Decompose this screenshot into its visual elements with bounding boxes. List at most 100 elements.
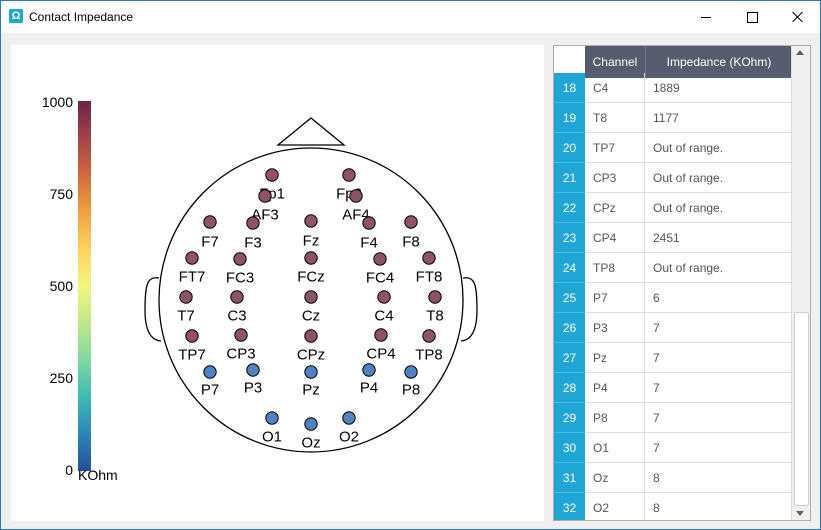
table-row[interactable]: 24 TP8 Out of range. bbox=[554, 253, 791, 283]
table-row[interactable]: 20 TP7 Out of range. bbox=[554, 133, 791, 163]
impedance-cell[interactable]: 7 bbox=[645, 313, 791, 343]
electrode-label: C3 bbox=[227, 308, 246, 325]
channel-cell[interactable]: Oz bbox=[585, 463, 645, 493]
scroll-down-icon[interactable] bbox=[796, 511, 804, 516]
electrode-cz bbox=[304, 290, 318, 304]
table-row[interactable]: 22 CPz Out of range. bbox=[554, 193, 791, 223]
table-row[interactable]: 29 P8 7 bbox=[554, 403, 791, 433]
channel-cell[interactable]: C4 bbox=[585, 73, 645, 103]
row-number[interactable]: 28 bbox=[554, 373, 585, 403]
impedance-cell[interactable]: 8 bbox=[645, 463, 791, 493]
row-number[interactable]: 29 bbox=[554, 403, 585, 433]
minimize-button[interactable] bbox=[683, 1, 729, 33]
table-row[interactable]: 25 P7 6 bbox=[554, 283, 791, 313]
table-row[interactable]: 30 O1 7 bbox=[554, 433, 791, 463]
maximize-button[interactable] bbox=[729, 1, 775, 33]
table-row[interactable]: 19 T8 1177 bbox=[554, 103, 791, 133]
row-number[interactable]: 21 bbox=[554, 163, 585, 193]
channel-cell[interactable]: CPz bbox=[585, 193, 645, 223]
electrode-pz bbox=[304, 365, 318, 379]
impedance-cell[interactable]: Out of range. bbox=[645, 253, 791, 283]
electrode-ft7 bbox=[185, 251, 199, 265]
impedance-cell[interactable]: 7 bbox=[645, 433, 791, 463]
row-number[interactable]: 26 bbox=[554, 313, 585, 343]
electrode-label: C4 bbox=[374, 308, 393, 325]
impedance-cell[interactable]: 7 bbox=[645, 343, 791, 373]
electrode-label: FC3 bbox=[226, 270, 254, 287]
impedance-table: Channel Impedance (KOhm) 18 C4 1889 19 T8 117… bbox=[553, 45, 811, 521]
electrode-fcz bbox=[304, 251, 318, 265]
topography-plot-panel: 1000 750 500 250 0 KOhm Fp1 Fp2 AF3 AF4 F7 F3… bbox=[11, 45, 544, 521]
impedance-cell[interactable]: 1177 bbox=[645, 103, 791, 133]
impedance-cell[interactable]: 8 bbox=[645, 493, 791, 520]
impedance-cell[interactable]: Out of range. bbox=[645, 193, 791, 223]
channel-cell[interactable]: P8 bbox=[585, 403, 645, 433]
electrode-label: F3 bbox=[244, 235, 262, 252]
row-number[interactable]: 32 bbox=[554, 493, 585, 520]
close-button[interactable] bbox=[775, 1, 820, 33]
nose-outline bbox=[276, 117, 346, 146]
table-row[interactable]: 23 CP4 2451 bbox=[554, 223, 791, 253]
electrode-label: Fz bbox=[303, 233, 320, 250]
channel-cell[interactable]: O2 bbox=[585, 493, 645, 520]
table-row[interactable]: 26 P3 7 bbox=[554, 313, 791, 343]
electrode-label: P7 bbox=[201, 382, 219, 399]
channel-cell[interactable]: TP8 bbox=[585, 253, 645, 283]
vertical-scrollbar[interactable] bbox=[791, 46, 810, 520]
electrode-label: FT8 bbox=[416, 269, 443, 286]
table-row[interactable]: 31 Oz 8 bbox=[554, 463, 791, 493]
table-row[interactable]: 28 P4 7 bbox=[554, 373, 791, 403]
electrode-label: CP4 bbox=[366, 346, 395, 363]
electrode-p7 bbox=[203, 365, 217, 379]
impedance-cell[interactable]: 2451 bbox=[645, 223, 791, 253]
electrode-label: P4 bbox=[360, 380, 378, 397]
electrode-fp1 bbox=[265, 168, 279, 182]
row-number[interactable]: 22 bbox=[554, 193, 585, 223]
impedance-cell[interactable]: 7 bbox=[645, 373, 791, 403]
row-number[interactable]: 20 bbox=[554, 133, 585, 163]
channel-cell[interactable]: Pz bbox=[585, 343, 645, 373]
row-number[interactable]: 27 bbox=[554, 343, 585, 373]
scroll-up-icon[interactable] bbox=[796, 50, 804, 55]
electrode-label: F7 bbox=[201, 234, 219, 251]
impedance-cell[interactable]: 7 bbox=[645, 403, 791, 433]
row-number[interactable]: 30 bbox=[554, 433, 585, 463]
channel-cell[interactable]: TP7 bbox=[585, 133, 645, 163]
electrode-fp2 bbox=[342, 168, 356, 182]
channel-cell[interactable]: CP3 bbox=[585, 163, 645, 193]
row-number[interactable]: 23 bbox=[554, 223, 585, 253]
row-number[interactable]: 25 bbox=[554, 283, 585, 313]
table-row[interactable]: 32 O2 8 bbox=[554, 493, 791, 520]
impedance-cell[interactable]: 1889 bbox=[645, 73, 791, 103]
electrode-label: Cz bbox=[302, 308, 320, 325]
close-icon bbox=[792, 11, 804, 23]
channel-cell[interactable]: P3 bbox=[585, 313, 645, 343]
row-number[interactable]: 31 bbox=[554, 463, 585, 493]
electrode-tp8 bbox=[422, 329, 436, 343]
channel-cell[interactable]: P4 bbox=[585, 373, 645, 403]
table-row[interactable]: 21 CP3 Out of range. bbox=[554, 163, 791, 193]
channel-cell[interactable]: O1 bbox=[585, 433, 645, 463]
electrode-t8 bbox=[428, 290, 442, 304]
electrode-label: P3 bbox=[244, 380, 262, 397]
window-title: Contact Impedance bbox=[29, 10, 134, 24]
electrode-ft8 bbox=[422, 251, 436, 265]
channel-cell[interactable]: P7 bbox=[585, 283, 645, 313]
scrollbar-thumb[interactable] bbox=[794, 312, 809, 506]
impedance-cell[interactable]: Out of range. bbox=[645, 163, 791, 193]
electrode-label: Oz bbox=[301, 435, 320, 452]
channel-cell[interactable]: T8 bbox=[585, 103, 645, 133]
table-row[interactable]: 27 Pz 7 bbox=[554, 343, 791, 373]
impedance-cell[interactable]: 6 bbox=[645, 283, 791, 313]
electrode-o1 bbox=[265, 411, 279, 425]
electrode-cp3 bbox=[234, 328, 248, 342]
impedance-cell[interactable]: Out of range. bbox=[645, 133, 791, 163]
row-number[interactable]: 18 bbox=[554, 73, 585, 103]
right-ear-outline bbox=[460, 277, 478, 342]
row-number[interactable]: 19 bbox=[554, 103, 585, 133]
electrode-label: FC4 bbox=[366, 270, 394, 287]
channel-cell[interactable]: CP4 bbox=[585, 223, 645, 253]
electrode-p3 bbox=[246, 363, 260, 377]
table-row[interactable]: 18 C4 1889 bbox=[554, 73, 791, 103]
row-number[interactable]: 24 bbox=[554, 253, 585, 283]
